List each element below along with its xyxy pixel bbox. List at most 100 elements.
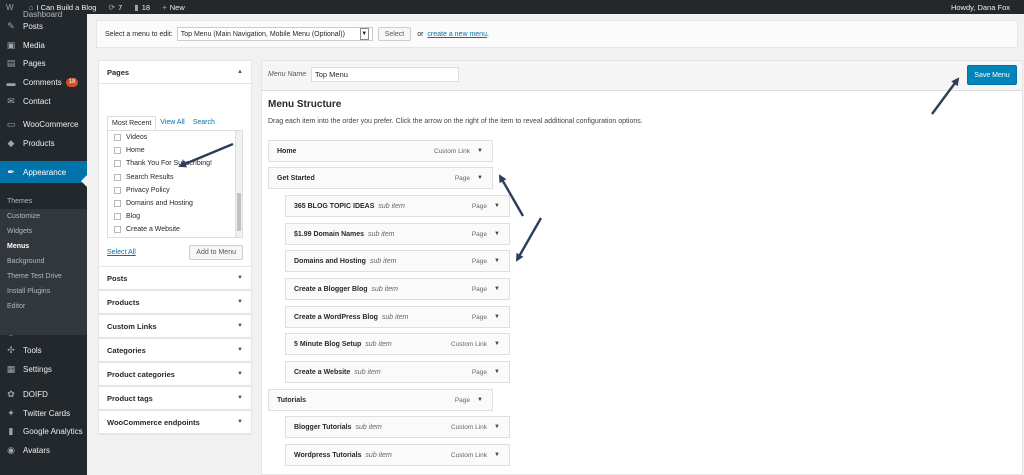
expand-arrow-icon: ▼ [237,419,243,425]
item-edit-arrow-icon[interactable]: ▼ [494,231,500,237]
settings-icon: ▦ [6,364,16,374]
checkbox[interactable] [114,213,121,221]
checkbox[interactable] [114,160,121,168]
menu-item-domains-and-hosting[interactable]: Domains and Hosting sub item Page ▼ [285,250,510,272]
menu-item-create-a-website[interactable]: Create a Website sub item Page ▼ [285,361,510,383]
tab-most-recent[interactable]: Most Recent [107,116,157,130]
page-checklist-item[interactable]: Thank You For Subscribing! [108,157,242,170]
sidebar-item-products[interactable]: ◆ Products [0,138,87,149]
select-button[interactable]: Select [377,27,412,41]
sidebar-item-comments[interactable]: ▬ Comments 18 [0,77,87,88]
sidebar-item-google-analytics[interactable]: ▮ Google Analytics [0,426,87,437]
page-checklist-item[interactable]: Privacy Policy [108,184,242,197]
accordion-header-categories[interactable]: Categories ▼ [99,339,251,362]
menu-item-type: Page [471,231,487,238]
submenu-item-install-plugins[interactable]: Install Plugins [7,288,50,295]
sidebar-item-twitter-cards[interactable]: ✦ Twitter Cards [0,408,87,419]
sidebar-item-media[interactable]: ▣ Media [0,40,87,51]
menu-item-create-a-wordpress-blog[interactable]: Create a WordPress Blog sub item Page ▼ [285,306,510,328]
page-checklist-item[interactable]: Domains and Hosting [108,197,242,210]
updates-link[interactable]: ⟳ 7 [102,0,128,14]
menu-item-title: 5 Minute Blog Setup [294,340,362,348]
checkbox[interactable] [114,186,121,194]
submenu-item-theme-test-drive[interactable]: Theme Test Drive [7,273,62,280]
menu-item-5-minute-blog-setup[interactable]: 5 Minute Blog Setup sub item Custom Link ▼ [285,333,510,355]
menu-item-get-started[interactable]: Get Started Page ▼ [268,167,493,189]
menu-item-home[interactable]: Home Custom Link ▼ [268,140,493,162]
twitter-cards-icon: ✦ [7,408,15,418]
accordion-header-custom-links[interactable]: Custom Links ▼ [99,315,251,338]
menu-item-365-blog-topic-ideas[interactable]: 365 BLOG TOPIC IDEAS sub item Page ▼ [285,195,510,217]
submenu-item-editor[interactable]: Editor [7,303,25,310]
item-edit-arrow-icon[interactable]: ▼ [494,203,500,209]
admin-bar: W ⌂ I Can Build a Blog ⟳ 7 ▮ 18 + New Howdy,… [0,0,1024,14]
create-new-menu-link[interactable]: create a new menu [427,31,487,38]
checkbox[interactable] [114,173,121,181]
comments-link[interactable]: ▮ 18 [128,0,156,14]
sidebar-item-settings[interactable]: ▦ Settings [0,364,87,375]
howdy-user-link[interactable]: Howdy, Dana Fox [945,0,1024,14]
item-edit-arrow-icon[interactable]: ▼ [494,452,500,458]
accordion-header-product-tags[interactable]: Product tags ▼ [99,387,251,410]
menu-item-title: Tutorials [277,396,307,404]
menu-item-title: Blogger Tutorials [294,423,352,431]
menu-item-blogger-tutorials[interactable]: Blogger Tutorials sub item Custom Link ▼ [285,416,510,438]
menu-select-value: Top Menu (Main Navigation, Mobile Menu (… [180,30,345,38]
accordion-header-woocommerce-endpoints[interactable]: WooCommerce endpoints ▼ [99,411,251,434]
admin-sidebar: Dashboard ✎ Posts ▣ Media ▤ Pages ▬ Comments 18 ✉… [0,10,87,475]
menu-item-tutorials[interactable]: Tutorials Page ▼ [268,389,493,411]
item-edit-arrow-icon[interactable]: ▼ [494,286,500,292]
item-edit-arrow-icon[interactable]: ▼ [477,148,483,154]
submenu-item-background[interactable]: Background [7,258,44,265]
pages-panel-header[interactable]: Pages ▲ [99,61,251,84]
item-edit-arrow-icon[interactable]: ▼ [477,175,483,181]
current-menu-arrow [81,175,87,187]
sidebar-item-tools[interactable]: ✣ Tools [0,345,87,356]
sidebar-item-avatars[interactable]: ◉ Avatars [0,445,87,456]
menu-item-1-99-domain-names[interactable]: $1.99 Domain Names sub item Page ▼ [285,223,510,245]
contact-icon: ✉ [7,96,15,106]
accordion-header-posts[interactable]: Posts ▼ [99,267,251,290]
accordion-header-products[interactable]: Products ▼ [99,291,251,314]
checkbox[interactable] [114,200,121,208]
submenu-item-widgets[interactable]: Widgets [7,228,32,235]
submenu-item-customize[interactable]: Customize [7,213,40,220]
checkbox[interactable] [114,226,121,234]
sidebar-item-contact[interactable]: ✉ Contact [0,96,87,107]
menu-name-input[interactable]: Top Menu [311,67,459,82]
page-checklist-item[interactable]: Blog [108,210,242,223]
menu-select[interactable]: Top Menu (Main Navigation, Mobile Menu (… [176,27,373,41]
save-menu-button[interactable]: Save Menu [967,65,1017,85]
add-to-menu-button[interactable]: Add to Menu [189,245,243,260]
item-edit-arrow-icon[interactable]: ▼ [494,314,500,320]
item-edit-arrow-icon[interactable]: ▼ [494,341,500,347]
sub-item-tag: sub item [381,313,409,321]
sidebar-item-dashboard[interactable]: Dashboard [0,9,87,19]
item-edit-arrow-icon[interactable]: ▼ [494,424,500,430]
tab-search[interactable]: Search [189,116,219,130]
menu-item-create-a-blogger-blog[interactable]: Create a Blogger Blog sub item Page ▼ [285,278,510,300]
menu-item-wordpress-tutorials[interactable]: Wordpress Tutorials sub item Custom Link ▼ [285,444,510,466]
checklist-scrollbar[interactable] [235,131,242,237]
page-checklist-item[interactable]: Search Results [108,171,242,184]
item-edit-arrow-icon[interactable]: ▼ [477,397,483,403]
accordion-header-product-categories[interactable]: Product categories ▼ [99,363,251,386]
item-edit-arrow-icon[interactable]: ▼ [494,258,500,264]
select-all-link[interactable]: Select All [107,249,136,256]
menu-editor-header: Menu Name Top Menu Save Menu [262,61,1022,91]
page-checklist-item[interactable]: Home [108,144,242,157]
checkbox[interactable] [114,147,121,155]
item-edit-arrow-icon[interactable]: ▼ [494,369,500,375]
sidebar-item-appearance[interactable]: ✒ Appearance [0,161,87,183]
sidebar-item-posts[interactable]: ✎ Posts [0,21,87,32]
tab-view-all[interactable]: View All [156,116,188,130]
submenu-item-themes[interactable]: Themes [7,198,32,205]
page-checklist-item[interactable]: Videos [108,131,242,144]
submenu-item-menus[interactable]: Menus [7,243,29,250]
sidebar-item-woocommerce[interactable]: ▭ WooCommerce [0,119,87,130]
checkbox[interactable] [114,134,121,142]
sidebar-item-pages[interactable]: ▤ Pages [0,58,87,69]
new-content-link[interactable]: + New [156,0,191,14]
sidebar-item-doifd[interactable]: ✿ DOIFD [0,389,87,400]
page-checklist-item[interactable]: Create a Website [108,223,242,236]
